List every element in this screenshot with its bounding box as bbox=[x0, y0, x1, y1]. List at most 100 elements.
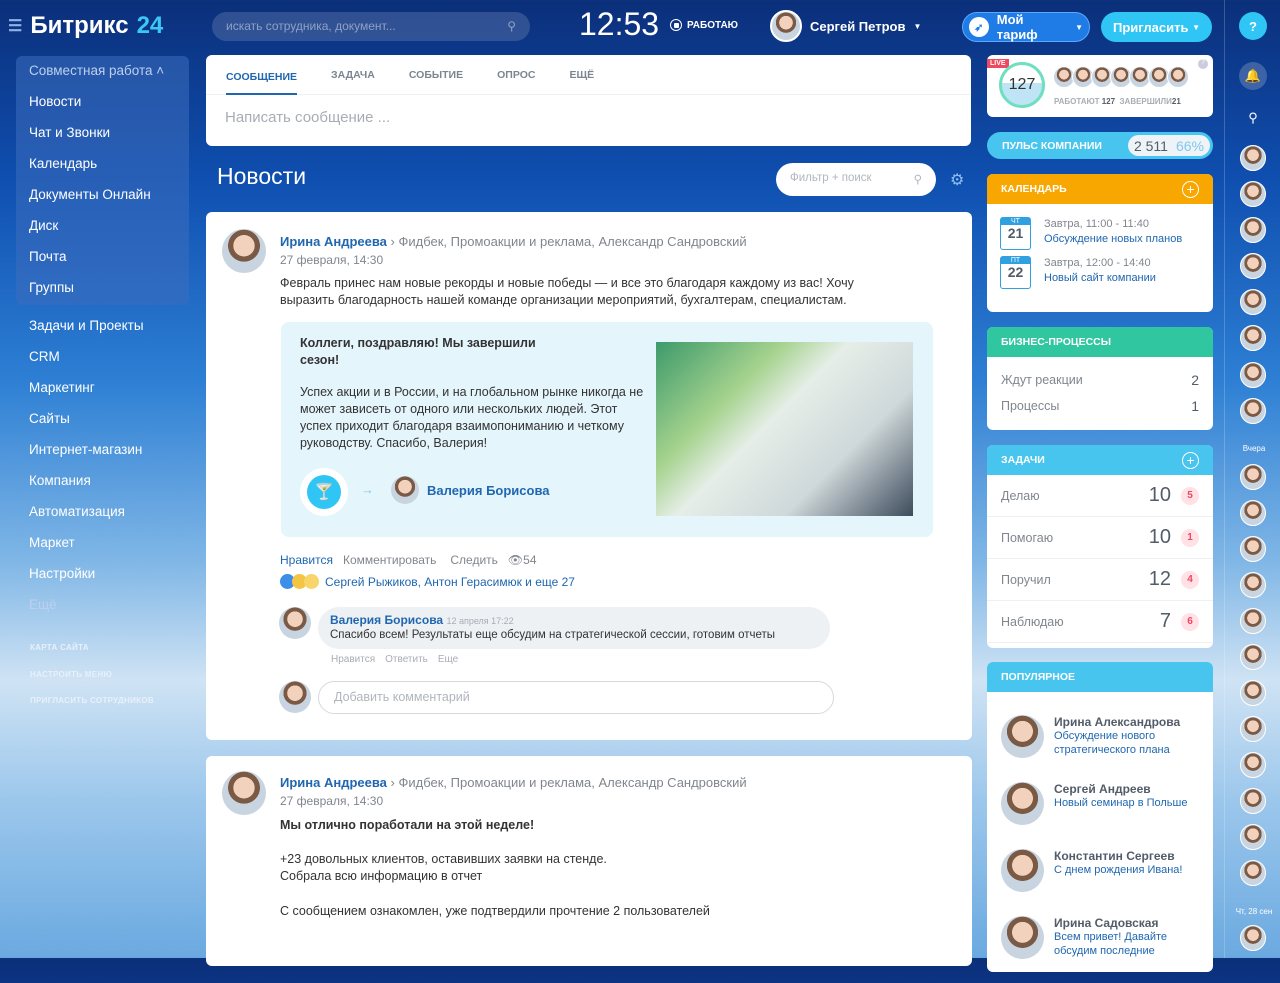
sidebar-item[interactable]: Задачи и Проекты bbox=[29, 318, 144, 333]
chat-avatar[interactable] bbox=[1240, 572, 1266, 598]
logo[interactable]: ☰ Битрикс 24 bbox=[8, 12, 163, 40]
help-icon[interactable]: ? bbox=[1239, 12, 1267, 40]
chat-avatar[interactable] bbox=[1240, 253, 1266, 279]
message-input[interactable]: Написать сообщение ... bbox=[206, 95, 971, 140]
chat-avatar[interactable] bbox=[1240, 608, 1266, 634]
chat-avatar[interactable] bbox=[1240, 824, 1266, 850]
event-title[interactable]: Новый сайт компании bbox=[1044, 271, 1156, 286]
composer-tab[interactable]: СООБЩЕНИЕ bbox=[226, 58, 298, 95]
task-row[interactable]: Помогаю 10 1 bbox=[987, 517, 1213, 559]
quote-recipient[interactable]: Валерия Борисова bbox=[427, 483, 550, 498]
post-recipients[interactable]: Фидбек, Промоакции и реклама, Александр … bbox=[398, 234, 746, 249]
search-icon[interactable]: ⚲ bbox=[1239, 104, 1267, 132]
sidebar-item[interactable]: Маркет bbox=[29, 535, 75, 550]
chat-avatar[interactable] bbox=[1240, 289, 1266, 315]
likers-list[interactable]: Сергей Рыжиков, Антон Герасимюк и еще 27 bbox=[325, 575, 575, 589]
chat-avatar[interactable] bbox=[1240, 788, 1266, 814]
chat-avatar[interactable] bbox=[1240, 925, 1266, 951]
bp-row[interactable]: Ждут реакции 2 bbox=[987, 367, 1213, 393]
chat-avatar[interactable] bbox=[1240, 145, 1266, 171]
sidebar-group-title[interactable]: Совместная работа ˄ bbox=[29, 63, 164, 78]
bell-icon[interactable]: 🔔 bbox=[1239, 62, 1267, 90]
sidebar-item[interactable]: Календарь bbox=[29, 156, 97, 171]
chat-avatar[interactable] bbox=[1240, 752, 1266, 778]
composer-tab[interactable]: ОПРОС bbox=[497, 69, 535, 81]
chat-avatar[interactable] bbox=[1240, 325, 1266, 351]
configure-menu-link[interactable]: НАСТРОИТЬ МЕНЮ bbox=[30, 670, 112, 679]
user-menu[interactable]: Сергей Петров ▼ bbox=[770, 10, 921, 42]
sitemap-link[interactable]: КАРТА САЙТА bbox=[30, 643, 89, 652]
bp-row[interactable]: Процессы 1 bbox=[987, 393, 1213, 419]
chat-avatar[interactable] bbox=[1240, 644, 1266, 670]
chat-avatar[interactable] bbox=[1240, 536, 1266, 562]
sidebar-item[interactable]: Диск bbox=[29, 218, 58, 233]
calendar-widget: КАЛЕНДАРЬ + ЧТ 21 Завтра, 11:00 - 11:40 Обс… bbox=[987, 174, 1213, 312]
sidebar-item[interactable]: Компания bbox=[29, 473, 91, 488]
comment-author[interactable]: Валерия Борисова bbox=[330, 613, 443, 627]
chat-avatar[interactable] bbox=[1240, 217, 1266, 243]
strip-date: Чт, 28 сен bbox=[1235, 907, 1273, 916]
post-recipients[interactable]: Фидбек, Промоакции и реклама, Александр … bbox=[398, 775, 746, 790]
company-pulse[interactable]: ПУЛЬС КОМПАНИИ 2 511 66% bbox=[987, 132, 1213, 159]
sidebar-item[interactable]: Сайты bbox=[29, 411, 70, 426]
chat-avatar[interactable] bbox=[1240, 464, 1266, 490]
chat-avatar[interactable] bbox=[1240, 716, 1266, 742]
plus-icon[interactable]: + bbox=[1182, 451, 1199, 469]
comment-more-button[interactable]: Еще bbox=[438, 654, 458, 665]
sidebar-more[interactable]: Ещё bbox=[29, 597, 57, 612]
menu-icon[interactable]: ☰ bbox=[8, 16, 22, 36]
sidebar-item[interactable]: Интернет-магазин bbox=[29, 442, 142, 457]
comment-input[interactable]: Добавить комментарий bbox=[318, 681, 834, 714]
post-date[interactable]: 27 февраля, 14:30 bbox=[280, 794, 383, 808]
follow-button[interactable]: Следить bbox=[450, 553, 498, 567]
comment-reply-button[interactable]: Ответить bbox=[385, 654, 428, 665]
chat-avatar[interactable] bbox=[1240, 181, 1266, 207]
sidebar-item[interactable]: Документы Онлайн bbox=[29, 187, 151, 202]
invite-button[interactable]: Пригласить ▼ bbox=[1101, 12, 1212, 42]
help-icon[interactable]: ? bbox=[1198, 59, 1208, 69]
composer-tab[interactable]: ЕЩЁ bbox=[569, 69, 594, 81]
chat-avatar[interactable] bbox=[1240, 860, 1266, 886]
search-input[interactable]: искать сотрудника, документ... ⚲ bbox=[212, 12, 530, 41]
chat-avatar[interactable] bbox=[1240, 500, 1266, 526]
work-status-button[interactable]: РАБОТАЮ bbox=[670, 19, 738, 31]
chat-avatar[interactable] bbox=[1240, 362, 1266, 388]
popular-item[interactable]: Ирина Александрова Обсуждение нового стра… bbox=[987, 715, 1213, 782]
popular-item[interactable]: Ирина Садовская Всем привет! Давайте обсу… bbox=[987, 916, 1213, 983]
tariff-button[interactable]: ➶ Мой тариф ▼ bbox=[962, 12, 1090, 42]
task-row[interactable]: Наблюдаю 7 6 bbox=[987, 601, 1213, 643]
counter-badge: 4 bbox=[1181, 570, 1199, 589]
popular-item[interactable]: Сергей Андреев Новый семинар в Польше bbox=[987, 782, 1213, 849]
calendar-icon: ЧТ 21 bbox=[1000, 217, 1031, 250]
post-author[interactable]: Ирина Андреева bbox=[280, 234, 387, 249]
chat-avatar[interactable] bbox=[1240, 680, 1266, 706]
post-date[interactable]: 27 февраля, 14:30 bbox=[280, 253, 383, 267]
sidebar-item[interactable]: Маркетинг bbox=[29, 380, 95, 395]
composer-tab[interactable]: ЗАДАЧА bbox=[331, 69, 375, 81]
sidebar-item[interactable]: Автоматизация bbox=[29, 504, 125, 519]
comment-button[interactable]: Комментировать bbox=[343, 553, 436, 567]
post-author[interactable]: Ирина Андреева bbox=[280, 775, 387, 790]
event-title[interactable]: Обсуждение новых планов bbox=[1044, 232, 1182, 247]
filter-search-input[interactable]: Фильтр + поиск ⚲ bbox=[776, 163, 936, 196]
calendar-event[interactable]: ПТ 22 Завтра, 12:00 - 14:40 Новый сайт ком… bbox=[987, 250, 1213, 289]
post-photo[interactable] bbox=[656, 342, 913, 516]
sidebar-item[interactable]: Почта bbox=[29, 249, 67, 264]
calendar-event[interactable]: ЧТ 21 Завтра, 11:00 - 11:40 Обсуждение нов… bbox=[987, 204, 1213, 250]
task-row[interactable]: Поручил 12 4 bbox=[987, 559, 1213, 601]
invite-employees-link[interactable]: ПРИГЛАСИТЬ СОТРУДНИКОВ bbox=[30, 696, 154, 705]
sidebar-item[interactable]: CRM bbox=[29, 349, 60, 364]
sidebar-item[interactable]: Группы bbox=[29, 280, 74, 295]
sidebar-item[interactable]: Чат и Звонки bbox=[29, 125, 110, 140]
plus-icon[interactable]: + bbox=[1182, 180, 1199, 198]
sidebar-item[interactable]: Настройки bbox=[29, 566, 95, 581]
chat-avatar[interactable] bbox=[1240, 398, 1266, 424]
composer-tab[interactable]: СОБЫТИЕ bbox=[409, 69, 463, 81]
popular-item[interactable]: Константин Сергеев С днем рождения Ивана! bbox=[987, 849, 1213, 916]
online-widget[interactable]: LIVE 127 РАБОТАЮТ 127 ЗАВЕРШИЛИ21 ? bbox=[987, 55, 1213, 117]
gear-icon[interactable]: ⚙ bbox=[950, 170, 964, 190]
task-row[interactable]: Делаю 10 5 bbox=[987, 475, 1213, 517]
like-button[interactable]: Нравится bbox=[280, 553, 333, 567]
sidebar-item[interactable]: Новости bbox=[29, 94, 81, 109]
comment-like-button[interactable]: Нравится bbox=[331, 654, 375, 665]
